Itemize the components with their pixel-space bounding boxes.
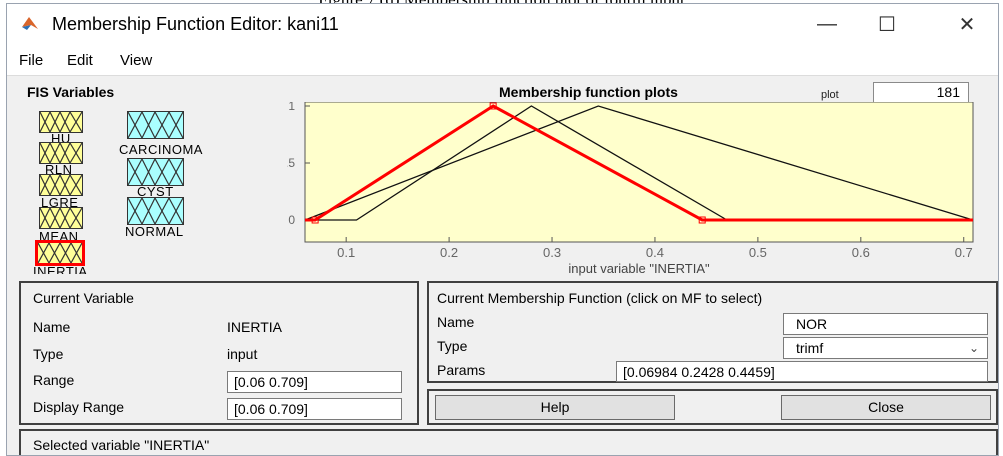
x-tick-label: 0.5 — [749, 245, 767, 260]
variable-type-label: Type — [33, 346, 64, 362]
menu-file[interactable]: File — [19, 52, 43, 69]
mf-icon — [40, 208, 82, 228]
fis-variables-heading: FIS Variables — [27, 84, 115, 100]
maximize-button[interactable]: ☐ — [862, 4, 912, 45]
mf-icon — [38, 243, 82, 263]
chevron-down-icon: ⌄ — [968, 341, 979, 355]
y-tick-label: 0.5 — [287, 156, 295, 170]
display-range-input[interactable]: [0.06 0.709] — [227, 398, 402, 420]
plot-points-input[interactable]: 181 — [873, 82, 969, 103]
fis-input-inertia[interactable] — [35, 240, 85, 266]
mf-params-input[interactable]: [0.06984 0.2428 0.4459] — [616, 361, 988, 382]
button-panel: Help Close — [427, 389, 998, 425]
current-membership-function-panel: Current Membership Function (click on MF… — [427, 281, 998, 383]
current-variable-panel: Current Variable Name INERTIA Type input… — [19, 281, 419, 425]
mf-icon — [128, 159, 183, 185]
mf-icon — [128, 112, 183, 138]
mf-type-select[interactable]: trimf ⌄ — [783, 337, 988, 359]
status-text: Selected variable "INERTIA" — [33, 437, 210, 453]
window-title: Membership Function Editor: kani11 — [52, 14, 339, 34]
variable-name-value: INERTIA — [227, 319, 282, 335]
fis-output-carcinoma[interactable] — [127, 111, 184, 139]
fis-input-hu[interactable] — [39, 111, 83, 133]
mf-label-cys: CYS — [578, 102, 607, 105]
x-tick-label: 0.2 — [440, 245, 458, 260]
current-variable-heading: Current Variable — [33, 290, 134, 306]
mf-type-label: Type — [437, 338, 468, 354]
menu-view[interactable]: View — [120, 52, 152, 69]
membership-function-editor-window: Membership Function Editor: kani11 — ☐ ✕… — [6, 3, 999, 456]
fis-output-normal[interactable] — [127, 197, 184, 225]
mf-icon — [40, 112, 82, 132]
mf-name-input[interactable]: NOR — [783, 313, 988, 335]
x-tick-label: 0.7 — [955, 245, 973, 260]
y-tick-label: 1 — [288, 102, 295, 113]
plot-title: Membership function plots — [499, 84, 678, 100]
x-tick-label: 0.1 — [337, 245, 355, 260]
mf-icon — [40, 143, 82, 163]
mf-name-label: Name — [437, 314, 475, 330]
plot-points-label: plot — [821, 89, 839, 101]
current-mf-heading: Current Membership Function (click on MF… — [437, 290, 763, 306]
menu-bar: File Edit View — [7, 45, 998, 76]
mf-icon — [128, 198, 183, 224]
x-tick-label: 0.4 — [646, 245, 664, 260]
menu-edit[interactable]: Edit — [67, 52, 93, 69]
fis-output-cyst[interactable] — [127, 158, 184, 186]
title-bar[interactable]: Membership Function Editor: kani11 — ☐ ✕ — [7, 4, 998, 45]
variable-name-label: Name — [33, 319, 71, 335]
minimize-button[interactable]: — — [802, 4, 852, 45]
fis-output-carcinoma-label: CARCINOMA — [119, 142, 203, 157]
y-tick-label: 0 — [288, 213, 295, 227]
close-window-button[interactable]: ✕ — [942, 4, 992, 45]
fis-input-mean[interactable] — [39, 207, 83, 229]
help-button[interactable]: Help — [435, 395, 675, 420]
range-label: Range — [33, 372, 75, 388]
membership-function-plot[interactable]: 0 0.5 1 0.1 0.2 0.3 0.4 0.5 0.6 0.7 input variable… — [287, 102, 987, 282]
fis-input-inertia-label: INERTIA — [33, 264, 88, 274]
x-axis-label: input variable "INERTIA" — [568, 261, 710, 276]
range-input[interactable]: [0.06 0.709] — [227, 371, 402, 393]
display-range-label: Display Range — [33, 399, 125, 415]
close-button[interactable]: Close — [781, 395, 991, 420]
mf-icon — [40, 175, 82, 195]
mf-label-car: CAR — [525, 102, 555, 105]
fis-input-lgre[interactable] — [39, 174, 83, 196]
status-bar: Selected variable "INERTIA" — [19, 429, 998, 455]
x-tick-label: 0.3 — [543, 245, 561, 260]
fis-input-rln[interactable] — [39, 142, 83, 164]
variable-type-value: input — [227, 346, 258, 362]
mf-params-label: Params — [437, 362, 486, 378]
mf-type-value: trimf — [796, 340, 824, 356]
x-tick-label: 0.6 — [852, 245, 870, 260]
fis-output-normal-label: NORMAL — [125, 224, 184, 239]
matlab-icon — [22, 17, 38, 30]
